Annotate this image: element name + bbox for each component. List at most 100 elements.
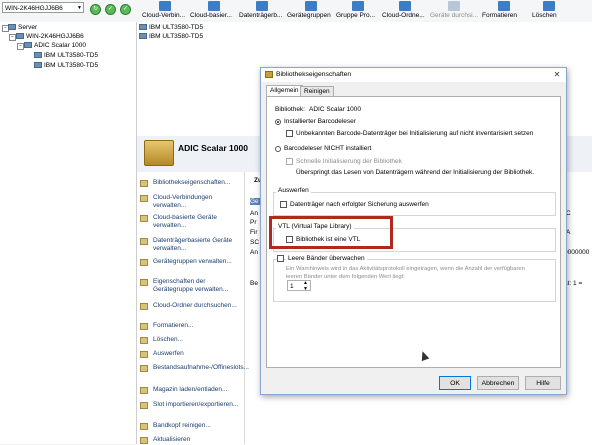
delete-button[interactable]: Löschen xyxy=(532,0,566,22)
action-disk-devices[interactable]: Datenträgerbasierte Geräte verwalten... xyxy=(140,237,240,253)
grid-fragment: 0000000 xyxy=(564,249,590,256)
device-groups-button[interactable]: Gerätegruppen xyxy=(287,0,335,22)
cloud-connections-button[interactable]: Cloud-Verbin... xyxy=(142,0,188,22)
format-icon xyxy=(140,323,148,330)
tree-node-server[interactable]: Server xyxy=(8,24,37,32)
action-inventory[interactable]: Bestandsaufnahme-/Offineslots... xyxy=(140,364,249,372)
list-item[interactable]: IBM ULT3580-TD5 xyxy=(139,33,203,41)
browse-icon xyxy=(448,1,460,11)
action-clean-head[interactable]: Bandkopf reinigen... xyxy=(140,422,240,430)
list-item[interactable]: IBM ULT3580-TD5 xyxy=(139,24,203,32)
action-label: Gerätegruppen verwalten... xyxy=(153,258,232,265)
connect-icon[interactable]: ✓ xyxy=(105,4,116,15)
device-group-icon xyxy=(305,1,317,11)
tree-node-drive-label: IBM ULT3580-TD5 xyxy=(44,62,99,69)
action-group-properties[interactable]: Eigenschaften der Gerätegruppe verwalten… xyxy=(140,278,240,294)
empty-tapes-note-1: Ein Warnhinweis wird in das Aktivitätspr… xyxy=(286,266,525,272)
ok-button[interactable]: OK xyxy=(439,376,471,390)
group-properties-icon xyxy=(140,279,148,286)
browse-devices-button[interactable]: Geräte durchsi... xyxy=(430,0,478,22)
cloud-devices-label: Cloud-basier... xyxy=(190,12,232,19)
cloud-folders-button[interactable]: Cloud-Ordne... xyxy=(382,0,428,22)
eject-after-backup-checkbox[interactable] xyxy=(280,201,287,208)
barcode-not-installed-radio[interactable] xyxy=(275,146,281,152)
server-select-value: WIN-2K46HGJJ6B6 xyxy=(5,5,63,12)
tape-drive-icon xyxy=(34,62,42,69)
dialog-title: Bibliothekseigenschaften xyxy=(276,71,352,78)
library-value: ADIC Scalar 1000 xyxy=(309,106,362,113)
cloud-device-icon xyxy=(208,1,220,11)
action-refresh[interactable]: Aktualisieren xyxy=(140,436,240,444)
monitor-empty-tapes-checkbox[interactable] xyxy=(277,255,284,262)
grid-fragment: SC xyxy=(250,239,260,246)
skip-reading-note: Überspringt das Lesen von Datenträgern w… xyxy=(296,169,535,176)
close-icon[interactable]: ✕ xyxy=(551,69,563,80)
cancel-button[interactable]: Abbrechen xyxy=(477,376,519,390)
empty-tapes-threshold-stepper[interactable]: 1 ▲ ▼ xyxy=(287,280,311,291)
panel-title: ADIC Scalar 1000 xyxy=(178,143,248,153)
fast-init-checkbox[interactable] xyxy=(286,158,293,165)
list-item-label: IBM ULT3580-TD5 xyxy=(149,33,204,40)
action-device-groups[interactable]: Gerätegruppen verwalten... xyxy=(140,258,240,266)
action-import-export[interactable]: Slot importieren/exportieren... xyxy=(140,401,240,409)
tree-node-library-label: ADIC Scalar 1000 xyxy=(34,42,87,49)
chevron-down-icon[interactable]: ▼ xyxy=(77,3,82,12)
tree-node-drive[interactable]: IBM ULT3580-TD5 xyxy=(34,62,98,70)
cloud-icon xyxy=(159,1,171,11)
tree-node-library[interactable]: ADIC Scalar 1000 xyxy=(24,42,86,50)
server-select[interactable]: WIN-2K46HGJJ6B6 ▼ xyxy=(2,2,84,13)
dialog-titlebar[interactable]: Bibliothekseigenschaften ✕ xyxy=(261,68,566,82)
eject-group-title: Auswerfen xyxy=(276,187,311,194)
refresh-icon[interactable]: ↻ xyxy=(90,4,101,15)
action-eject[interactable]: Auswerfen xyxy=(140,350,240,358)
action-cloud-connections[interactable]: Cloud-Verbindungen verwalten... xyxy=(140,194,240,210)
folder-icon xyxy=(140,303,148,310)
properties-icon xyxy=(140,180,148,187)
delete-label: Löschen xyxy=(532,12,557,19)
cloud-folders-label: Cloud-Ordne... xyxy=(382,12,425,19)
tree-node-drive-label: IBM ULT3580-TD5 xyxy=(44,52,99,59)
action-label: Bandkopf reinigen... xyxy=(153,422,211,429)
grid-fragment: An xyxy=(250,249,258,256)
format-button[interactable]: Formatieren xyxy=(482,0,526,22)
refresh-icon xyxy=(140,437,148,444)
action-label: Bibliothekseigenschaften... xyxy=(153,179,231,186)
device-tree: − Server − WIN-2K46HGJJ6B6 − ADIC Scalar… xyxy=(0,22,137,444)
library-label: Bibliothek: xyxy=(275,106,305,113)
group-properties-icon xyxy=(352,1,364,11)
action-library-properties[interactable]: Bibliothekseigenschaften... xyxy=(140,179,240,187)
action-label: Cloud-Verbindungen verwalten... xyxy=(153,194,213,209)
action-label: Cloud-basierte Geräte verwalten... xyxy=(153,214,217,229)
library-icon xyxy=(24,42,32,49)
status-icon[interactable]: ✓ xyxy=(120,4,131,15)
eject-after-backup-label: Datenträger nach erfolgter Sicherung aus… xyxy=(290,201,429,208)
list-item-label: IBM ULT3580-TD5 xyxy=(149,24,204,31)
action-delete[interactable]: Löschen... xyxy=(140,336,240,344)
tree-node-drive[interactable]: IBM ULT3580-TD5 xyxy=(34,52,98,60)
action-load-magazine[interactable]: Magazin laden/entladen... xyxy=(140,386,240,394)
tape-drive-icon xyxy=(139,24,147,31)
unknown-barcode-checkbox[interactable] xyxy=(286,130,293,137)
disk-devices-button[interactable]: Datenträgerb... xyxy=(239,0,285,22)
monitor-empty-tapes-label: Leere Bänder überwachen xyxy=(286,255,367,262)
group-properties-button[interactable]: Gruppe Pro... xyxy=(336,0,380,22)
action-cloud-folders[interactable]: Cloud-Ordner durchsuchen... xyxy=(140,302,240,310)
inventory-icon xyxy=(140,365,148,372)
action-label: Cloud-Ordner durchsuchen... xyxy=(153,302,237,309)
stepper-arrows-icon[interactable]: ▲ ▼ xyxy=(303,280,308,292)
eject-icon xyxy=(140,351,148,358)
collapse-icon[interactable]: − xyxy=(17,43,24,50)
vtl-highlight-box xyxy=(269,216,393,249)
action-label: Auswerfen xyxy=(153,350,184,357)
format-icon xyxy=(498,1,510,11)
cloud-devices-button[interactable]: Cloud-basier... xyxy=(190,0,238,22)
barcode-installed-radio[interactable] xyxy=(275,119,281,125)
action-cloud-devices[interactable]: Cloud-basierte Geräte verwalten... xyxy=(140,214,240,230)
help-button[interactable]: Hilfe xyxy=(525,376,561,390)
tree-node-host[interactable]: WIN-2K46HGJJ6B6 xyxy=(16,33,84,41)
action-label: Eigenschaften der Gerätegruppe verwalten… xyxy=(153,278,229,293)
action-format[interactable]: Formatieren... xyxy=(140,322,240,330)
action-label: Formatieren... xyxy=(153,322,194,329)
grid-fragment: An xyxy=(250,210,258,217)
collapse-icon[interactable]: − xyxy=(9,34,16,41)
